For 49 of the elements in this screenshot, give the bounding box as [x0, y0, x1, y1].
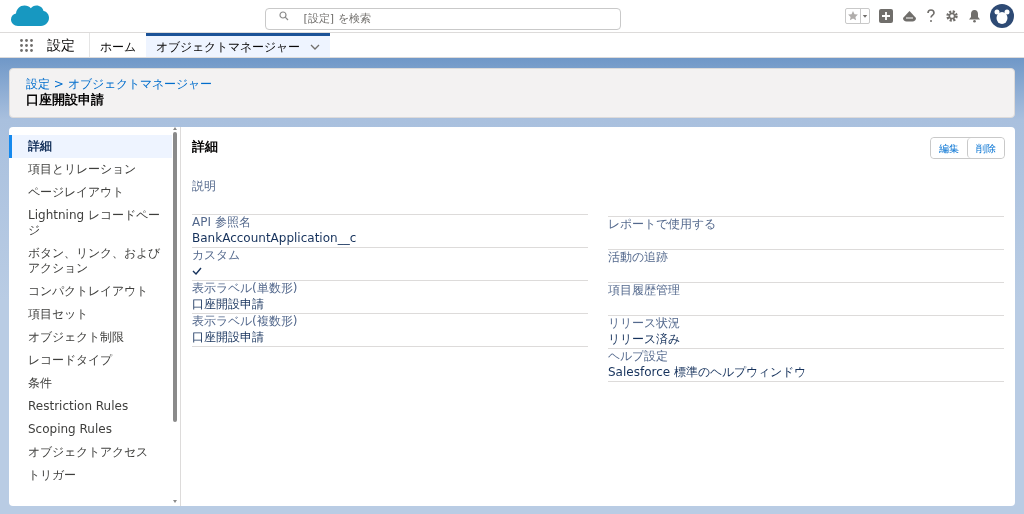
sidebar-item[interactable]: Lightning レコードページ — [9, 204, 172, 242]
sidebar-item[interactable]: ボタン、リンク、およびアクション — [9, 242, 172, 280]
field-label: レポートで使用する — [608, 217, 717, 232]
sidebar-item[interactable]: オブジェクトアクセス — [9, 441, 172, 464]
star-icon — [846, 9, 860, 23]
sidebar-item[interactable]: 項目セット — [9, 303, 172, 326]
add-icon[interactable] — [879, 9, 893, 23]
field-value: Salesforce 標準のヘルプウィンドウ — [608, 364, 807, 380]
field-label: リリース状況 — [608, 316, 681, 331]
action-button[interactable]: 削除 — [967, 138, 1004, 158]
sidebar-item[interactable]: トリガー — [9, 464, 172, 487]
field-label: 表示ラベル(単数形) — [192, 281, 299, 296]
field-label: 活動の追跡 — [608, 250, 669, 265]
field-value: 口座開設申請 — [192, 296, 265, 312]
scroll-up-icon[interactable] — [172, 127, 178, 131]
field-label: 説明 — [192, 179, 217, 194]
breadcrumb[interactable]: 設定 > オブジェクトマネージャー — [26, 77, 998, 91]
sidebar-item[interactable]: 項目とリレーション — [9, 158, 172, 181]
field-label: API 参照名 — [192, 215, 252, 230]
chevron-down-icon[interactable] — [310, 43, 320, 50]
settings-icon[interactable] — [945, 9, 959, 23]
nav-tab[interactable]: オブジェクトマネージャー — [146, 33, 330, 57]
scroll-down-icon[interactable] — [172, 499, 178, 504]
search-icon — [278, 11, 289, 21]
page-title: 口座開設申請 — [26, 91, 105, 109]
field-label: 表示ラベル(複数形) — [192, 314, 299, 329]
field-value: BankAccountApplication__c — [192, 230, 358, 246]
sidebar-item[interactable]: Scoping Rules — [9, 418, 172, 441]
sidebar-item[interactable]: レコードタイプ — [9, 349, 172, 372]
help-icon[interactable] — [926, 9, 936, 23]
app-name: 設定 — [47, 35, 75, 55]
field-value: リリース済み — [608, 331, 681, 347]
nav-tab[interactable]: ホーム — [90, 33, 146, 57]
sidebar-item[interactable]: 条件 — [9, 372, 172, 395]
field-label: 項目履歴管理 — [608, 283, 681, 298]
field-label: ヘルプ設定 — [608, 349, 669, 364]
sidebar-item[interactable]: コンパクトレイアウト — [9, 280, 172, 303]
sidebar-item[interactable]: ページレイアウト — [9, 181, 172, 204]
caret-icon — [860, 9, 869, 23]
sidebar-item[interactable]: Restriction Rules — [9, 395, 172, 418]
app-launcher-icon[interactable] — [20, 38, 33, 52]
section-title: 詳細 — [192, 138, 218, 156]
sidebar-item[interactable]: 詳細 — [9, 135, 172, 158]
field-label: カスタム — [192, 248, 241, 263]
search-field[interactable]: [設定] を検索 — [264, 7, 621, 30]
avatar-icon[interactable] — [990, 4, 1014, 28]
notifications-icon[interactable] — [968, 9, 981, 23]
field-value: 口座開設申請 — [192, 329, 265, 345]
sidebar-item[interactable]: オブジェクト制限 — [9, 326, 172, 349]
